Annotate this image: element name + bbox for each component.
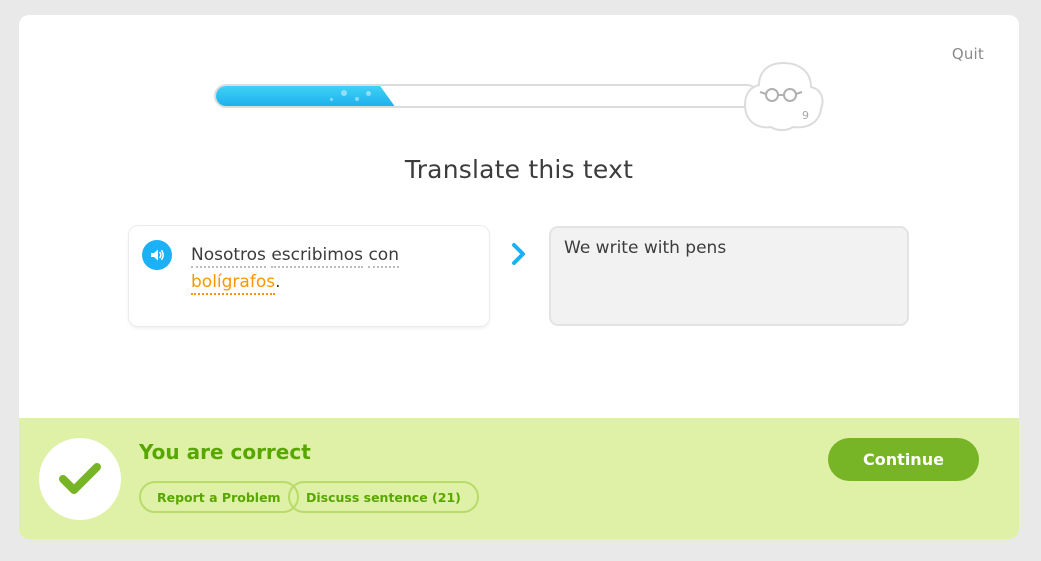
chevron-right-icon: [512, 243, 525, 265]
prompt-punctuation: .: [275, 272, 281, 292]
prompt-sentence: Nosotros escribimos con bolígrafos.: [191, 242, 476, 296]
discuss-sentence-button[interactable]: Discuss sentence (21): [288, 481, 479, 513]
continue-button[interactable]: Continue: [828, 438, 979, 481]
success-badge: [39, 438, 121, 520]
speaker-icon: [151, 249, 164, 261]
prompt-word[interactable]: escribimos: [271, 245, 364, 268]
prompt-word[interactable]: con: [368, 245, 399, 268]
prompt-word-new[interactable]: bolígrafos: [191, 272, 276, 295]
cloud-glasses-icon: [743, 61, 824, 131]
report-problem-button[interactable]: Report a Problem: [139, 481, 299, 513]
answer-input[interactable]: We write with pens: [549, 226, 909, 326]
checkmark-icon: [59, 463, 101, 494]
lesson-counter: 9: [802, 109, 809, 122]
progress-fill: [216, 86, 395, 106]
speaker-button[interactable]: [142, 240, 172, 270]
lesson-card: Quit 9 Translate this text Nosotros escr…: [19, 15, 1019, 539]
challenge-title: Translate this text: [404, 155, 634, 184]
prompt-box: Nosotros escribimos con bolígrafos.: [129, 226, 489, 326]
feedback-title: You are correct: [139, 440, 311, 464]
prompt-word[interactable]: Nosotros: [191, 245, 266, 268]
progress-bar: [214, 84, 759, 108]
feedback-footer: You are correct Report a Problem Discuss…: [19, 418, 1019, 539]
quit-link[interactable]: Quit: [952, 45, 984, 63]
